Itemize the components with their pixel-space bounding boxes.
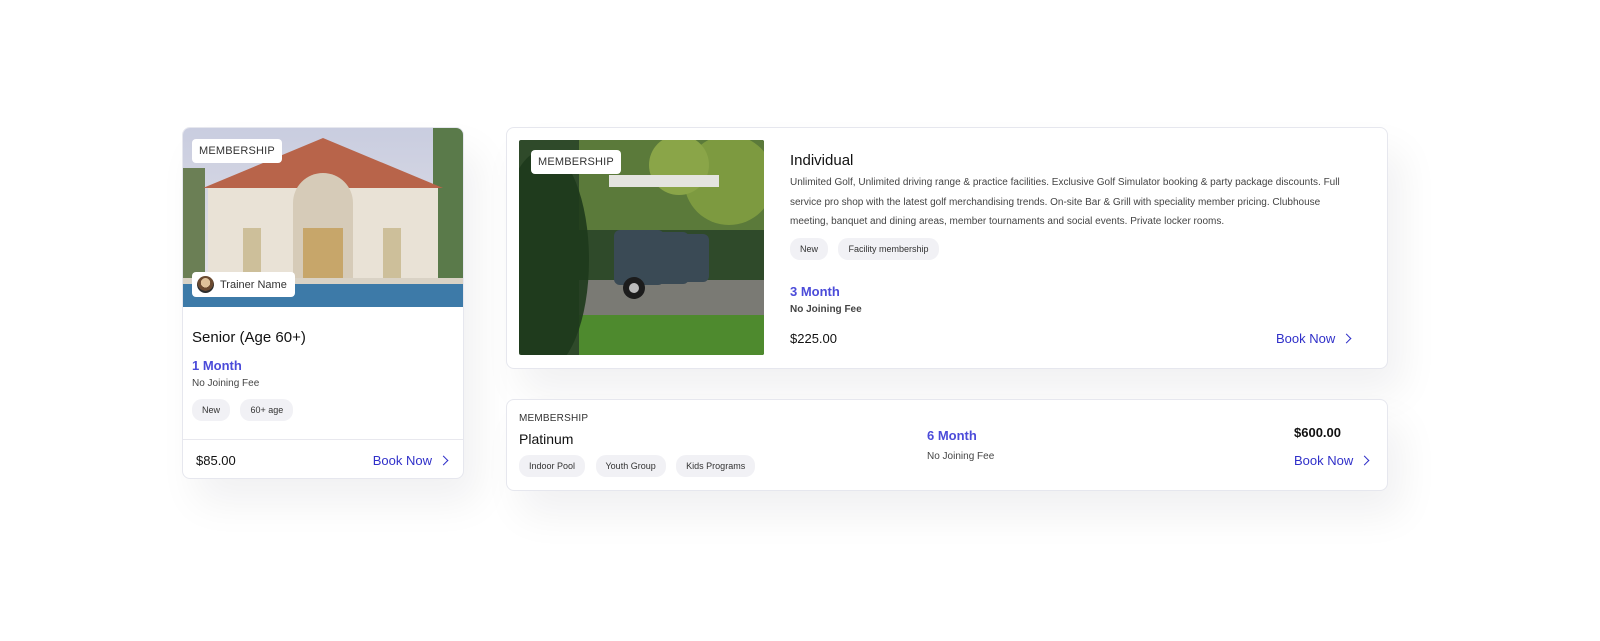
joining-fee: No Joining Fee — [790, 304, 862, 315]
tag: Youth Group — [595, 455, 666, 477]
joining-fee: No Joining Fee — [192, 378, 260, 389]
chevron-right-icon — [438, 455, 449, 466]
membership-badge: MEMBERSHIP — [192, 139, 282, 163]
chevron-right-icon — [1359, 455, 1370, 466]
membership-period: 6 Month — [927, 428, 977, 443]
trainer-avatar — [197, 276, 214, 293]
price: $85.00 — [196, 453, 236, 468]
book-now-button[interactable]: Book Now — [372, 453, 449, 468]
membership-card-senior[interactable]: MEMBERSHIP Trainer Name Senior (Age 60+)… — [182, 127, 464, 479]
tag: New — [192, 399, 231, 421]
joining-fee: No Joining Fee — [927, 451, 995, 462]
category-label: MEMBERSHIP — [519, 413, 589, 424]
price: $600.00 — [1294, 425, 1341, 440]
membership-card-platinum[interactable]: MEMBERSHIP Platinum Indoor Pool Youth Gr… — [506, 399, 1388, 491]
divider — [183, 439, 463, 440]
price: $225.00 — [790, 331, 837, 346]
tag-list: New Facility membership — [790, 238, 945, 260]
chevron-right-icon — [1341, 333, 1352, 344]
tag-list: New 60+ age — [192, 399, 299, 421]
book-now-button[interactable]: Book Now — [1276, 331, 1352, 346]
book-now-label: Book Now — [372, 453, 432, 468]
membership-badge: MEMBERSHIP — [531, 150, 621, 174]
tag-list: Indoor Pool Youth Group Kids Programs — [519, 455, 761, 477]
book-now-button[interactable]: Book Now — [1294, 453, 1370, 468]
membership-period: 3 Month — [790, 284, 840, 299]
card-title: Senior (Age 60+) — [192, 329, 306, 346]
trainer-chip[interactable]: Trainer Name — [192, 272, 295, 297]
card-title: Individual — [790, 152, 854, 169]
card-description: Unlimited Golf, Unlimited driving range … — [790, 177, 1340, 227]
tag: Indoor Pool — [519, 455, 586, 477]
card-title: Platinum — [519, 431, 574, 447]
book-now-label: Book Now — [1294, 453, 1354, 468]
tag: Facility membership — [838, 238, 939, 260]
tag: 60+ age — [240, 399, 294, 421]
trainer-name: Trainer Name — [220, 278, 287, 291]
membership-period: 1 Month — [192, 358, 242, 373]
book-now-label: Book Now — [1276, 331, 1336, 346]
tag: Kids Programs — [676, 455, 756, 477]
membership-card-individual[interactable]: MEMBERSHIP Individual Unlimited Golf, Un… — [506, 127, 1388, 369]
tag: New — [790, 238, 829, 260]
